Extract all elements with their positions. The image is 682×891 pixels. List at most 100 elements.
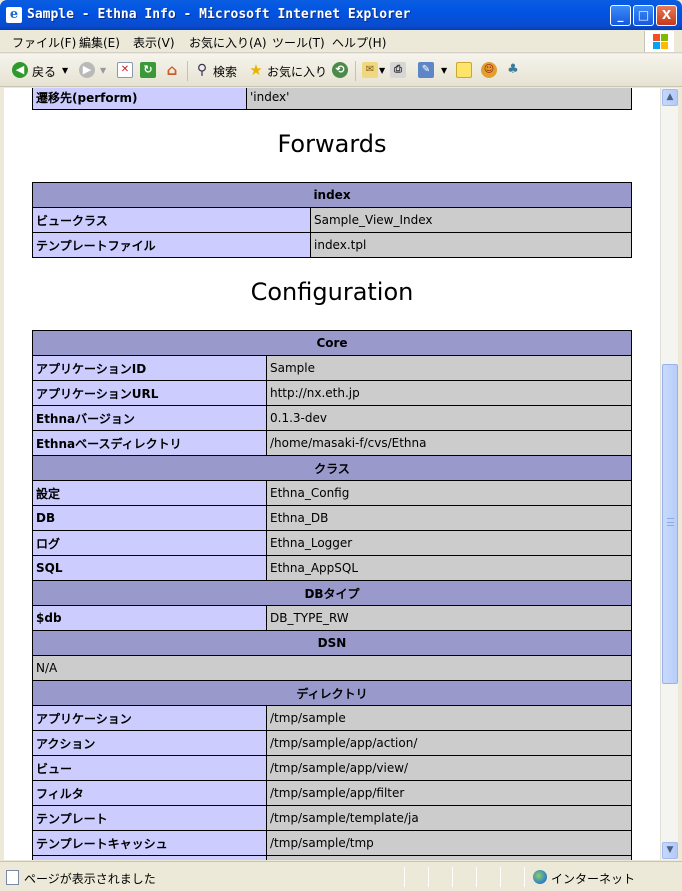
menu-favorites[interactable]: お気に入り(A) — [189, 34, 267, 51]
table-header: DSN — [32, 630, 632, 656]
close-button[interactable]: X — [656, 5, 677, 26]
menu-file[interactable]: ファイル(F) — [12, 34, 76, 51]
toolbar-separator — [355, 61, 356, 81]
table-row — [32, 855, 632, 860]
table-value-cell: Ethna_DB — [266, 505, 632, 531]
menu-tools[interactable]: ツール(T) — [272, 34, 325, 51]
table-value-cell: /tmp/sample/app/view/ — [266, 755, 632, 781]
status-separator — [476, 867, 477, 887]
scrollbar-thumb[interactable] — [662, 364, 678, 684]
table-key-cell: Ethnaバージョン — [32, 405, 267, 431]
page-content[interactable]: 遷移先(perform) 'index' Forwards index ビューク… — [4, 88, 660, 860]
refresh-icon[interactable]: ↻ — [140, 62, 156, 78]
security-zone-label: インターネット — [551, 872, 636, 886]
table-key-cell: テンプレートキャッシュ — [32, 830, 267, 856]
mail-icon[interactable]: ✉ — [362, 62, 378, 78]
back-button[interactable]: 戻る — [32, 63, 56, 80]
forward-dropdown-icon[interactable]: ▼ — [100, 66, 106, 75]
top-partial-table: 遷移先(perform) 'index' — [32, 88, 632, 110]
maximize-button[interactable]: □ — [633, 5, 654, 26]
edit-dropdown-icon[interactable]: ▼ — [441, 66, 447, 75]
table-row: ビュークラス Sample_View_Index — [32, 207, 632, 233]
home-icon[interactable]: ⌂ — [164, 62, 180, 78]
table-value-cell: /tmp/sample/template/ja — [266, 805, 632, 831]
table-header: DBタイプ — [32, 580, 632, 606]
menu-view[interactable]: 表示(V) — [133, 34, 175, 51]
configuration-table: Core アプリケーションID Sample アプリケーションURL http:… — [32, 330, 632, 860]
table-value-cell: Sample — [266, 355, 632, 381]
table-row: $db DB_TYPE_RW — [32, 605, 632, 631]
table-header: Core — [32, 330, 632, 356]
table-row: N/A — [32, 655, 632, 681]
vertical-scrollbar[interactable]: ▲ ▼ — [660, 88, 678, 860]
table-value-cell: DB_TYPE_RW — [266, 605, 632, 631]
back-dropdown-icon[interactable]: ▼ — [62, 66, 68, 75]
table-row: アプリケーション /tmp/sample — [32, 705, 632, 731]
discuss-icon[interactable] — [456, 62, 472, 78]
table-key-cell: DB — [32, 505, 267, 531]
page-icon — [6, 870, 19, 885]
table-row: DB Ethna_DB — [32, 505, 632, 531]
table-key-cell: テンプレートファイル — [32, 232, 311, 258]
table-row: アクション /tmp/sample/app/action/ — [32, 730, 632, 756]
title-bar[interactable]: e Sample - Ethna Info - Microsoft Intern… — [0, 0, 682, 30]
edit-icon[interactable]: ✎ — [418, 62, 434, 78]
table-key-cell: $db — [32, 605, 267, 631]
table-key-cell: アプリケーション — [32, 705, 267, 731]
messenger-icon[interactable]: ☺ — [481, 62, 497, 78]
search-icon[interactable]: ⚲ — [194, 62, 210, 78]
configuration-heading: Configuration — [250, 278, 414, 306]
mail-dropdown-icon[interactable]: ▼ — [379, 66, 385, 75]
menu-bar: ファイル(F) 編集(E) 表示(V) お気に入り(A) ツール(T) ヘルプ(… — [0, 30, 682, 53]
ie-icon[interactable]: e — [6, 7, 22, 23]
history-icon[interactable]: ⟲ — [332, 62, 348, 78]
status-separator — [428, 867, 429, 887]
scroll-down-button[interactable]: ▼ — [662, 842, 678, 859]
favorites-button[interactable]: お気に入り — [267, 63, 327, 80]
table-header-row: Core — [32, 330, 632, 356]
menu-edit[interactable]: 編集(E) — [79, 34, 120, 51]
table-row: ログ Ethna_Logger — [32, 530, 632, 556]
table-row: 設定 Ethna_Config — [32, 480, 632, 506]
forward-arrow-icon[interactable]: ▶ — [79, 62, 95, 78]
table-key-cell: ビュー — [32, 755, 267, 781]
table-header: クラス — [32, 455, 632, 481]
table-value-cell: /home/masaki-f/cvs/Ethna — [266, 430, 632, 456]
back-arrow-icon[interactable]: ◀ — [12, 62, 28, 78]
status-separator — [404, 867, 405, 887]
table-key-cell: フィルタ — [32, 780, 267, 806]
table-header-row: DSN — [32, 630, 632, 656]
menu-help[interactable]: ヘルプ(H) — [332, 34, 386, 51]
table-header: ディレクトリ — [32, 680, 632, 706]
print-icon[interactable]: ⎙ — [390, 62, 406, 78]
table-header: index — [32, 182, 632, 208]
table-value-cell: /tmp/sample/tmp — [266, 830, 632, 856]
scroll-up-button[interactable]: ▲ — [662, 89, 678, 106]
internet-zone-icon — [533, 870, 547, 884]
table-value-cell: Ethna_AppSQL — [266, 555, 632, 581]
favorites-star-icon[interactable]: ★ — [248, 62, 264, 78]
research-icon[interactable]: ♣ — [505, 62, 521, 78]
table-key-cell: アプリケーションID — [32, 355, 267, 381]
table-row: Ethnaベースディレクトリ /home/masaki-f/cvs/Ethna — [32, 430, 632, 456]
stop-icon[interactable]: ✕ — [117, 62, 133, 78]
table-row: アプリケーションID Sample — [32, 355, 632, 381]
status-separator — [524, 867, 525, 887]
scrollbar-grip-icon — [667, 518, 674, 526]
table-key-cell: ログ — [32, 530, 267, 556]
table-key-cell: ビュークラス — [32, 207, 311, 233]
table-row: 遷移先(perform) 'index' — [32, 88, 632, 110]
table-value-cell: /tmp/sample/app/action/ — [266, 730, 632, 756]
table-value-cell: index.tpl — [310, 232, 632, 258]
minimize-button[interactable]: _ — [610, 5, 631, 26]
table-value-cell: /tmp/sample — [266, 705, 632, 731]
table-key-cell: Ethnaベースディレクトリ — [32, 430, 267, 456]
table-header-row: ディレクトリ — [32, 680, 632, 706]
toolbar-separator — [187, 61, 188, 81]
table-row: フィルタ /tmp/sample/app/filter — [32, 780, 632, 806]
table-value-cell: Ethna_Config — [266, 480, 632, 506]
windows-logo-icon — [644, 31, 674, 52]
search-button[interactable]: 検索 — [213, 63, 237, 80]
table-header-row: DBタイプ — [32, 580, 632, 606]
table-value-cell: 'index' — [246, 88, 632, 110]
